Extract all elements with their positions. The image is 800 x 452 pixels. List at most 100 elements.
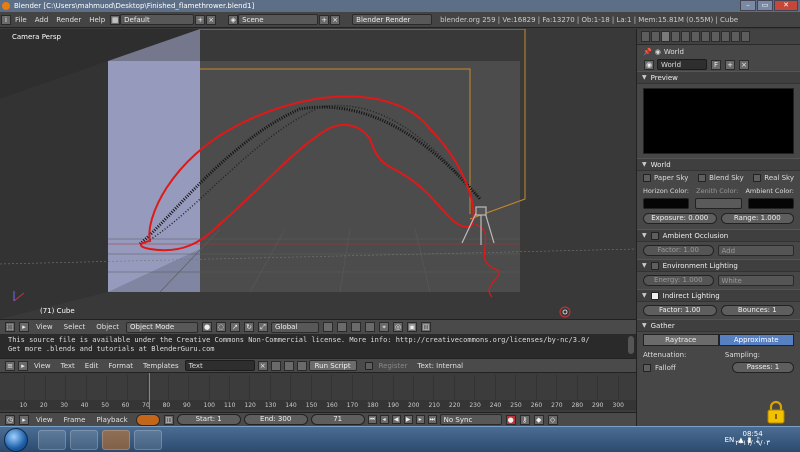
proportional-edit-icon[interactable]: ◎ <box>393 322 404 332</box>
particles-tab-icon[interactable] <box>731 31 740 42</box>
object-tab-icon[interactable] <box>671 31 680 42</box>
bounces-field[interactable]: Bounces: 1 <box>720 305 794 316</box>
falloff-checkbox[interactable] <box>643 363 651 372</box>
zenith-color-swatch[interactable] <box>695 198 742 209</box>
material-tab-icon[interactable] <box>711 31 720 42</box>
text-editor-content[interactable]: This source file is available under the … <box>0 334 636 358</box>
register-checkbox[interactable] <box>364 361 373 370</box>
text-menu-format[interactable]: Format <box>104 362 137 370</box>
pin-icon[interactable]: 📌 <box>643 48 652 56</box>
render-preview-icon[interactable]: ▣ <box>407 322 418 332</box>
timeline-frame-ruler[interactable]: 10 20 30 40 50 60 70 80 90 100 110 120 130 140 150 160 1… <box>0 400 636 410</box>
close-button[interactable]: ✕ <box>774 0 798 11</box>
screen-delete-button[interactable]: × <box>206 14 217 25</box>
world-name-field[interactable]: World <box>657 59 707 70</box>
record-button[interactable]: ● <box>505 414 516 425</box>
world-browse-icon[interactable]: ◉ <box>644 59 654 70</box>
indirect-factor-field[interactable]: Factor: 1.00 <box>643 305 717 316</box>
world-tab-icon[interactable] <box>661 31 670 42</box>
menu-add[interactable]: Add <box>35 16 49 24</box>
range-field[interactable]: Range: 1.000 <box>720 213 794 224</box>
layer-button[interactable] <box>351 322 362 332</box>
layer-button[interactable] <box>365 322 376 332</box>
text-close-button[interactable]: × <box>257 360 268 371</box>
real-sky-checkbox[interactable] <box>753 173 762 182</box>
scene-tab-icon[interactable] <box>651 31 660 42</box>
menu-render[interactable]: Render <box>56 16 81 24</box>
preview-panel-header[interactable]: ▼ Preview <box>637 71 800 84</box>
layer-button[interactable] <box>323 322 334 332</box>
scene-delete-button[interactable]: × <box>330 14 341 25</box>
syntax-highlight-toggle[interactable] <box>296 360 307 371</box>
word-wrap-toggle[interactable] <box>283 360 294 371</box>
screen-layout-icon[interactable]: ▦ <box>110 14 121 25</box>
editor-type-icon[interactable]: i <box>1 14 11 25</box>
timeline-current-frame-cursor[interactable] <box>149 373 151 409</box>
timeline-area[interactable]: 10 20 30 40 50 60 70 80 90 100 110 120 130 140 150 160 1… <box>0 372 636 412</box>
pivot-point-icon[interactable]: ◌ <box>216 322 227 332</box>
run-script-button[interactable]: Run Script <box>308 360 357 371</box>
timeline-menu-playback[interactable]: Playback <box>92 416 131 424</box>
ao-factor-field[interactable]: Factor: 1.00 <box>643 245 714 256</box>
physics-tab-icon[interactable] <box>741 31 750 42</box>
play-reverse-button[interactable]: ◀ <box>391 415 401 424</box>
render-tab-icon[interactable] <box>641 31 650 42</box>
exposure-field[interactable]: Exposure: 0.000 <box>643 213 717 224</box>
indirect-lighting-checkbox[interactable] <box>650 291 659 300</box>
menu-file[interactable]: File <box>15 16 27 24</box>
3d-view-editor-icon[interactable]: ⬚ <box>5 322 15 332</box>
prev-keyframe-button[interactable]: ◂ <box>379 415 389 424</box>
fake-user-button[interactable]: F <box>711 59 721 70</box>
env-energy-field[interactable]: Energy: 1.000 <box>643 275 714 286</box>
layer-button[interactable] <box>337 322 348 332</box>
taskbar-explorer-icon[interactable] <box>38 430 66 450</box>
orientation-selector[interactable]: Global <box>271 321 320 333</box>
world-add-button[interactable]: + <box>725 59 735 70</box>
current-frame-field[interactable]: 71 <box>310 414 365 425</box>
data-tab-icon[interactable] <box>701 31 710 42</box>
maximize-button[interactable]: ▭ <box>757 0 773 11</box>
jump-end-button[interactable]: ⏭ <box>427 415 437 424</box>
scene-icon[interactable]: ◈ <box>228 14 239 25</box>
minimize-button[interactable]: – <box>740 0 756 11</box>
manipulator-translate-icon[interactable]: ↗ <box>230 322 241 332</box>
world-unlink-button[interactable]: × <box>739 59 749 70</box>
timeline-menu-frame[interactable]: Frame <box>60 416 90 424</box>
screen-selector[interactable]: Default <box>120 14 195 25</box>
taskbar-app-icon[interactable] <box>134 430 162 450</box>
text-scrollbar[interactable] <box>628 336 634 354</box>
environment-lighting-checkbox[interactable] <box>650 261 659 270</box>
next-keyframe-button[interactable]: ▸ <box>415 415 425 424</box>
start-frame-field[interactable]: Start: 1 <box>176 414 241 425</box>
taskbar-blender-icon[interactable] <box>102 430 130 450</box>
modifiers-tab-icon[interactable] <box>691 31 700 42</box>
environment-lighting-panel-header[interactable]: ▼ Environment Lighting <box>637 259 800 272</box>
constraints-tab-icon[interactable] <box>681 31 690 42</box>
raytrace-option[interactable]: Raytrace <box>643 334 719 346</box>
header-collapse-icon[interactable]: ▸ <box>19 414 29 425</box>
text-menu-view[interactable]: View <box>30 362 55 370</box>
viewport-menu-object[interactable]: Object <box>92 323 123 331</box>
text-editor-icon[interactable]: ≡ <box>5 360 15 371</box>
header-collapse-icon[interactable]: ▸ <box>18 360 28 371</box>
camera-render-icon[interactable]: ◫ <box>421 322 432 332</box>
scene-selector[interactable]: Scene <box>238 14 319 25</box>
header-collapse-icon[interactable]: ▸ <box>19 322 29 332</box>
ao-blend-selector[interactable]: Add <box>717 245 794 256</box>
texture-tab-icon[interactable] <box>721 31 730 42</box>
taskbar-clock[interactable]: 08:54 ٢٠١١/٠٩/٠٣ <box>735 430 770 448</box>
jump-start-button[interactable]: ⏮ <box>367 415 377 424</box>
text-menu-text[interactable]: Text <box>57 362 79 370</box>
viewport-menu-select[interactable]: Select <box>60 323 90 331</box>
start-button[interactable] <box>4 428 28 452</box>
blend-sky-checkbox[interactable] <box>698 173 707 182</box>
screen-add-button[interactable]: + <box>195 14 206 25</box>
ambient-color-swatch[interactable] <box>747 198 794 209</box>
keying-set-icon[interactable]: ⚷ <box>519 414 530 425</box>
mode-selector[interactable]: Object Mode <box>126 321 199 333</box>
text-datablock-field[interactable]: Text <box>184 360 255 371</box>
ambient-occlusion-panel-header[interactable]: ▼ Ambient Occlusion <box>637 229 800 242</box>
end-frame-field[interactable]: End: 300 <box>243 414 308 425</box>
taskbar-media-player-icon[interactable] <box>70 430 98 450</box>
preview-range-icon[interactable]: ◫ <box>163 414 174 425</box>
